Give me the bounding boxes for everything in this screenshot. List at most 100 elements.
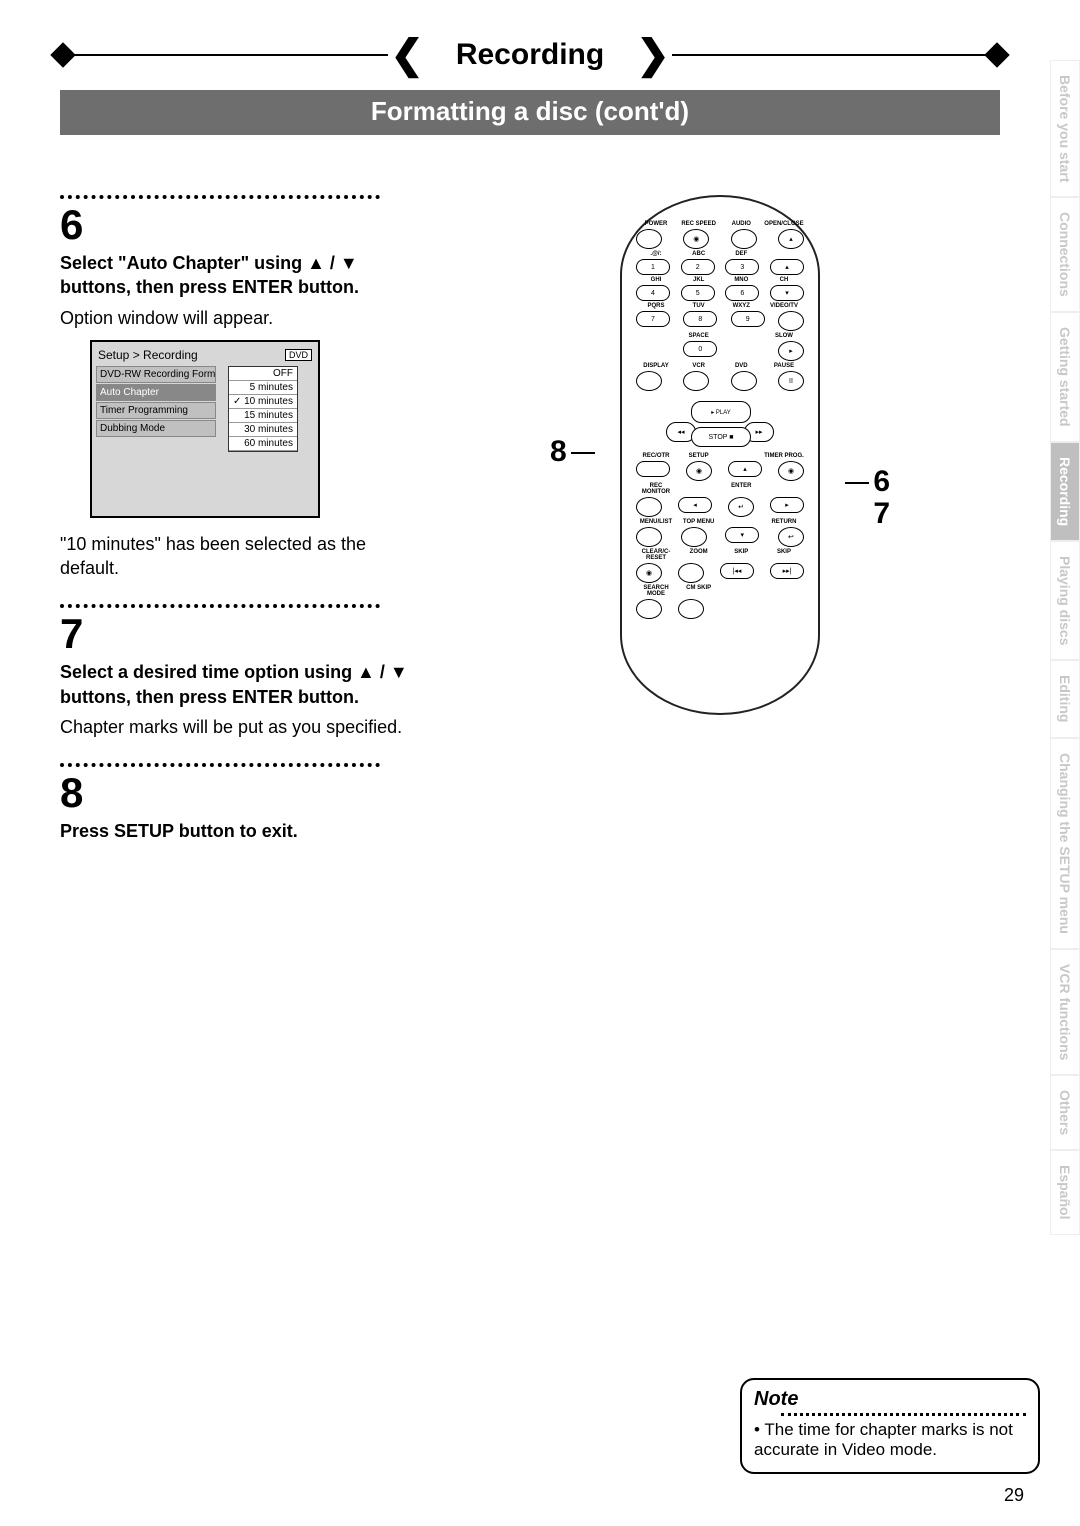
ch-up: ▴ bbox=[770, 259, 804, 275]
zoom-button bbox=[678, 563, 704, 583]
menu-list-button bbox=[636, 527, 662, 547]
callout-8: 8 bbox=[550, 435, 599, 469]
btn-label: SPACE bbox=[679, 333, 719, 339]
tab-editing: Editing bbox=[1050, 660, 1080, 737]
menu-item: Auto Chapter bbox=[96, 384, 216, 401]
clear-reset-button: ◉ bbox=[636, 563, 662, 583]
timer-prog-button: ◉ bbox=[778, 461, 804, 481]
btn-label: DEF bbox=[721, 251, 761, 257]
btn-label: GHI bbox=[636, 277, 676, 283]
tab-playing-discs: Playing discs bbox=[1050, 541, 1080, 660]
btn-label bbox=[721, 333, 761, 339]
side-tabs: Before you start Connections Getting sta… bbox=[1050, 60, 1080, 1235]
skip-fwd-button: ▸▸| bbox=[770, 563, 804, 579]
dotrule bbox=[60, 604, 380, 608]
title-banner: ❮ Recording ❯ bbox=[60, 30, 1000, 80]
btn-label: TIMER PROG. bbox=[764, 453, 804, 459]
setup-dialog: Setup > Recording DVD DVD-RW Recording F… bbox=[90, 340, 320, 518]
cm-skip-button bbox=[678, 599, 704, 619]
key-7: 7 bbox=[636, 311, 670, 327]
remote-illustration: 8 6 7 POWER REC SPEED AUDIO OPEN/CLOSE bbox=[590, 195, 850, 715]
down-button: ▾ bbox=[725, 527, 759, 543]
option-item: 60 minutes bbox=[229, 437, 297, 451]
dialog-breadcrumb: Setup > Recording bbox=[98, 348, 198, 362]
btn-label: ZOOM bbox=[679, 549, 719, 561]
btn-label: SKIP bbox=[721, 549, 761, 561]
step-7-instruction: Select a desired time option using ▲ / ▼… bbox=[60, 660, 420, 709]
dialog-options: OFF 5 minutes 10 minutes 15 minutes 30 m… bbox=[228, 366, 298, 452]
menu-item: Timer Programming bbox=[96, 402, 216, 419]
btn-label: TOP MENU bbox=[679, 519, 719, 525]
key-4: 4 bbox=[636, 285, 670, 301]
btn-label: JKL bbox=[679, 277, 719, 283]
step-6: 6 Select "Auto Chapter" using ▲ / ▼ butt… bbox=[60, 195, 420, 580]
stop-button: STOP ■ bbox=[691, 427, 751, 447]
note-box: Note • The time for chapter marks is not… bbox=[740, 1378, 1040, 1474]
btn-label: MENU/LIST bbox=[636, 519, 676, 525]
option-item: OFF bbox=[229, 367, 297, 381]
diamond-left bbox=[50, 42, 75, 67]
step-number: 6 bbox=[60, 201, 420, 249]
step-6-after: "10 minutes" has been selected as the de… bbox=[60, 532, 420, 581]
btn-label bbox=[721, 453, 761, 459]
btn-label: DVD bbox=[721, 363, 761, 369]
search-mode-button bbox=[636, 599, 662, 619]
btn-label: POWER bbox=[636, 221, 676, 227]
key-5: 5 bbox=[681, 285, 715, 301]
note-dots bbox=[781, 1413, 1026, 1416]
pause-button: II bbox=[778, 371, 804, 391]
btn-label: CM SKIP bbox=[679, 585, 719, 597]
key-9: 9 bbox=[731, 311, 765, 327]
diamond-right bbox=[984, 42, 1009, 67]
tab-getting-started: Getting started bbox=[1050, 312, 1080, 442]
btn-label: OPEN/CLOSE bbox=[764, 221, 804, 227]
subtitle-bar: Formatting a disc (cont'd) bbox=[60, 90, 1000, 135]
btn-label: SETUP bbox=[679, 453, 719, 459]
key-2: 2 bbox=[681, 259, 715, 275]
recspeed-button: ◉ bbox=[683, 229, 709, 249]
menu-item: Dubbing Mode bbox=[96, 420, 216, 437]
btn-label: ENTER bbox=[721, 483, 761, 495]
tab-connections: Connections bbox=[1050, 197, 1080, 312]
audio-button bbox=[731, 229, 757, 249]
btn-label: TUV bbox=[679, 303, 719, 309]
btn-label: CH bbox=[764, 277, 804, 283]
step-number: 7 bbox=[60, 610, 420, 658]
dvd-tag: DVD bbox=[285, 349, 312, 361]
ch-down: ▾ bbox=[770, 285, 804, 301]
step-6-body: Option window will appear. bbox=[60, 306, 420, 330]
slow-button: ▸ bbox=[778, 341, 804, 361]
btn-label: SKIP bbox=[764, 549, 804, 561]
power-button bbox=[636, 229, 662, 249]
btn-label: WXYZ bbox=[721, 303, 761, 309]
key-3: 3 bbox=[725, 259, 759, 275]
note-title: Note bbox=[754, 1388, 1026, 1411]
step-8: 8 Press SETUP button to exit. bbox=[60, 763, 420, 843]
note-text: • The time for chapter marks is not accu… bbox=[754, 1420, 1026, 1460]
btn-label: REC MONITOR bbox=[636, 483, 676, 495]
option-item: 30 minutes bbox=[229, 423, 297, 437]
skip-back-button: |◂◂ bbox=[720, 563, 754, 579]
btn-label: PQRS bbox=[636, 303, 676, 309]
setup-button: ◉ bbox=[686, 461, 712, 481]
rec-otr-button bbox=[636, 461, 670, 477]
instructions-column: 6 Select "Auto Chapter" using ▲ / ▼ butt… bbox=[60, 195, 440, 850]
enter-button: ↵ bbox=[728, 497, 754, 517]
btn-label: REC SPEED bbox=[679, 221, 719, 227]
dotrule bbox=[60, 763, 380, 767]
btn-label: VCR bbox=[679, 363, 719, 369]
step-number: 8 bbox=[60, 769, 420, 817]
left-button: ◂ bbox=[678, 497, 712, 513]
menu-item: DVD-RW Recording Forma bbox=[96, 366, 216, 383]
btn-label: REC/OTR bbox=[636, 453, 676, 459]
key-6: 6 bbox=[725, 285, 759, 301]
btn-label: .@/: bbox=[636, 251, 676, 257]
return-button: ↩ bbox=[778, 527, 804, 547]
dialog-menu: DVD-RW Recording Forma Auto Chapter Time… bbox=[96, 366, 216, 452]
rule-right bbox=[672, 54, 994, 56]
openclose-button: ▴ bbox=[778, 229, 804, 249]
step-6-instruction: Select "Auto Chapter" using ▲ / ▼ button… bbox=[60, 251, 420, 300]
option-item: 15 minutes bbox=[229, 409, 297, 423]
tab-espanol: Español bbox=[1050, 1150, 1080, 1234]
btn-label: AUDIO bbox=[721, 221, 761, 227]
